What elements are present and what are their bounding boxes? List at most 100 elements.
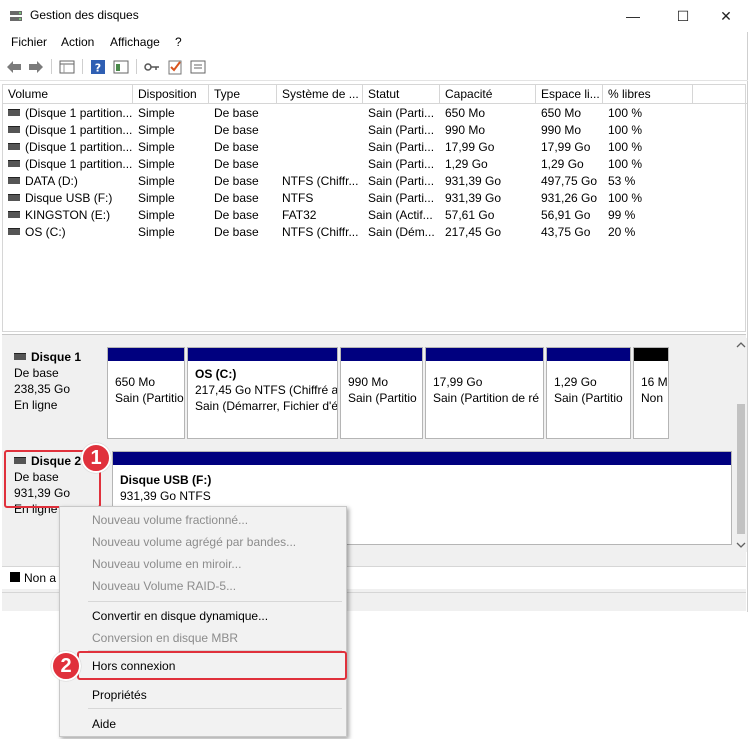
menu-help[interactable]: ? <box>175 35 182 49</box>
table-cell: Sain (Parti... <box>368 190 441 207</box>
table-cell: Simple <box>138 224 210 241</box>
table-row[interactable]: Disque USB (F:) Simple De base NTFS Sain (Pa… <box>3 190 747 207</box>
cell-text: 217,45 Go <box>445 225 502 239</box>
graph-scrollbar[interactable] <box>735 338 747 552</box>
scroll-down-icon[interactable] <box>735 540 747 550</box>
table-cell: Simple <box>138 207 210 224</box>
table-row[interactable]: (Disque 1 partition... Simple De base Sain … <box>3 122 747 139</box>
cell-text: 17,99 Go <box>445 140 495 154</box>
cell-text: 100 % <box>608 157 643 171</box>
volume-icon <box>8 160 20 168</box>
cell-text: De base <box>214 123 259 137</box>
cell-text: 57,61 Go <box>445 208 495 222</box>
cell-text: Sain (Parti... <box>368 123 435 137</box>
table-cell <box>282 156 364 173</box>
partition-status: Sain (Partition de ré <box>433 391 540 405</box>
cell-text: 990 Mo <box>445 123 486 137</box>
table-cell: 20 % <box>608 224 693 241</box>
column-filesystem[interactable]: Système de ... <box>277 85 363 103</box>
column-status[interactable]: Statut <box>363 85 440 103</box>
scroll-thumb[interactable] <box>737 404 745 534</box>
cell-text: 990 Mo <box>541 123 582 137</box>
table-cell <box>282 139 364 156</box>
disk1-partition-4[interactable]: 17,99 Go Sain (Partition de ré <box>425 347 544 439</box>
menu-help[interactable]: Aide <box>92 717 116 731</box>
menu-convert-dynamic[interactable]: Convertir en disque dynamique... <box>92 609 268 623</box>
cell-text: Simple <box>138 225 175 239</box>
properties-icon[interactable] <box>189 58 207 75</box>
cell-text: Sain (Parti... <box>368 140 435 154</box>
column-type[interactable]: Type <box>209 85 277 103</box>
menu-bar: Fichier Action Affichage ? <box>0 32 748 54</box>
maximize-button[interactable]: ☐ <box>660 0 706 32</box>
table-cell: 100 % <box>608 105 693 122</box>
minimize-button[interactable]: — <box>610 0 656 32</box>
disk1-partition-os[interactable]: OS (C:) 217,45 Go NTFS (Chiffré av Sain (D… <box>187 347 338 439</box>
menu-new-mirror[interactable]: Nouveau volume en miroir... <box>92 557 241 571</box>
table-row[interactable]: DATA (D:) Simple De base NTFS (Chiffr... Sai… <box>3 173 747 190</box>
disk1-label[interactable]: Disque 1 De base 238,35 Go En ligne <box>4 349 102 443</box>
close-button[interactable]: ✕ <box>703 0 748 32</box>
partition-status: Sain (Partitio <box>115 391 184 405</box>
table-cell: 17,99 Go <box>541 139 604 156</box>
table-cell: NTFS (Chiffr... <box>282 224 364 241</box>
disk1-partition-5[interactable]: 1,29 Go Sain (Partitio <box>546 347 631 439</box>
column-capacity[interactable]: Capacité <box>440 85 536 103</box>
list-view-icon[interactable] <box>58 58 76 75</box>
disk1-partition-1[interactable]: 650 Mo Sain (Partitio <box>107 347 185 439</box>
table-cell: KINGSTON (E:) <box>8 207 134 224</box>
table-row[interactable]: (Disque 1 partition... Simple De base Sain … <box>3 139 747 156</box>
table-cell: NTFS (Chiffr... <box>282 173 364 190</box>
menu-affichage[interactable]: Affichage <box>110 35 160 49</box>
cell-text: 650 Mo <box>541 106 582 120</box>
context-menu: Nouveau volume fractionné... Nouveau volu… <box>59 506 347 737</box>
column-disposition[interactable]: Disposition <box>133 85 209 103</box>
cell-text: De base <box>214 174 259 188</box>
scroll-up-icon[interactable] <box>735 340 747 350</box>
column-volume[interactable]: Volume <box>3 85 133 103</box>
partition-size: 17,99 Go <box>433 375 483 389</box>
svg-text:?: ? <box>95 61 101 74</box>
table-cell: Sain (Parti... <box>368 105 441 122</box>
toolbar: ? <box>0 54 748 81</box>
menu-action[interactable]: Action <box>61 35 94 49</box>
table-cell: 100 % <box>608 139 693 156</box>
table-cell: 56,91 Go <box>541 207 604 224</box>
table-row[interactable]: (Disque 1 partition... Simple De base Sain … <box>3 105 747 122</box>
table-row[interactable]: OS (C:) Simple De base NTFS (Chiffr... Sain … <box>3 224 747 241</box>
back-arrow-icon[interactable] <box>5 58 23 75</box>
volume-icon <box>8 194 20 202</box>
table-row[interactable]: (Disque 1 partition... Simple De base Sain … <box>3 156 747 173</box>
column-percent-free[interactable]: % libres <box>603 85 693 103</box>
table-cell: 53 % <box>608 173 693 190</box>
console-icon[interactable] <box>112 58 130 75</box>
table-cell: Sain (Dém... <box>368 224 441 241</box>
disk1-partition-3[interactable]: 990 Mo Sain (Partitio <box>340 347 423 439</box>
table-row[interactable]: KINGSTON (E:) Simple De base FAT32 Sain (Act… <box>3 207 747 224</box>
menu-properties[interactable]: Propriétés <box>92 688 147 702</box>
cell-text: (Disque 1 partition... <box>25 140 133 154</box>
menu-new-striped[interactable]: Nouveau volume agrégé par bandes... <box>92 535 296 549</box>
menu-convert-mbr[interactable]: Conversion en disque MBR <box>92 631 238 645</box>
disk1-size: 238,35 Go <box>14 382 71 396</box>
menu-new-raid5[interactable]: Nouveau Volume RAID-5... <box>92 579 236 593</box>
partition-size: 1,29 Go <box>554 375 597 389</box>
menu-new-spanned[interactable]: Nouveau volume fractionné... <box>92 513 248 527</box>
cell-text: DATA (D:) <box>25 174 78 188</box>
forward-arrow-icon[interactable] <box>27 58 45 75</box>
help-icon[interactable]: ? <box>89 58 107 75</box>
table-cell: Disque USB (F:) <box>8 190 134 207</box>
title-bar: Gestion des disques — ☐ ✕ <box>0 0 748 32</box>
partition-status: Sain (Démarrer, Fichier d'é <box>195 399 338 413</box>
disk1-unallocated[interactable]: 16 M Non <box>633 347 669 439</box>
table-cell: (Disque 1 partition... <box>8 139 134 156</box>
key-icon[interactable] <box>143 58 161 75</box>
cell-text: NTFS (Chiffr... <box>282 225 359 239</box>
close-icon: ✕ <box>720 7 732 24</box>
checklist-icon[interactable] <box>166 58 184 75</box>
cell-text: Sain (Parti... <box>368 157 435 171</box>
column-free-space[interactable]: Espace li... <box>536 85 603 103</box>
table-cell: 1,29 Go <box>445 156 537 173</box>
volume-icon <box>8 143 20 151</box>
menu-fichier[interactable]: Fichier <box>11 35 47 49</box>
